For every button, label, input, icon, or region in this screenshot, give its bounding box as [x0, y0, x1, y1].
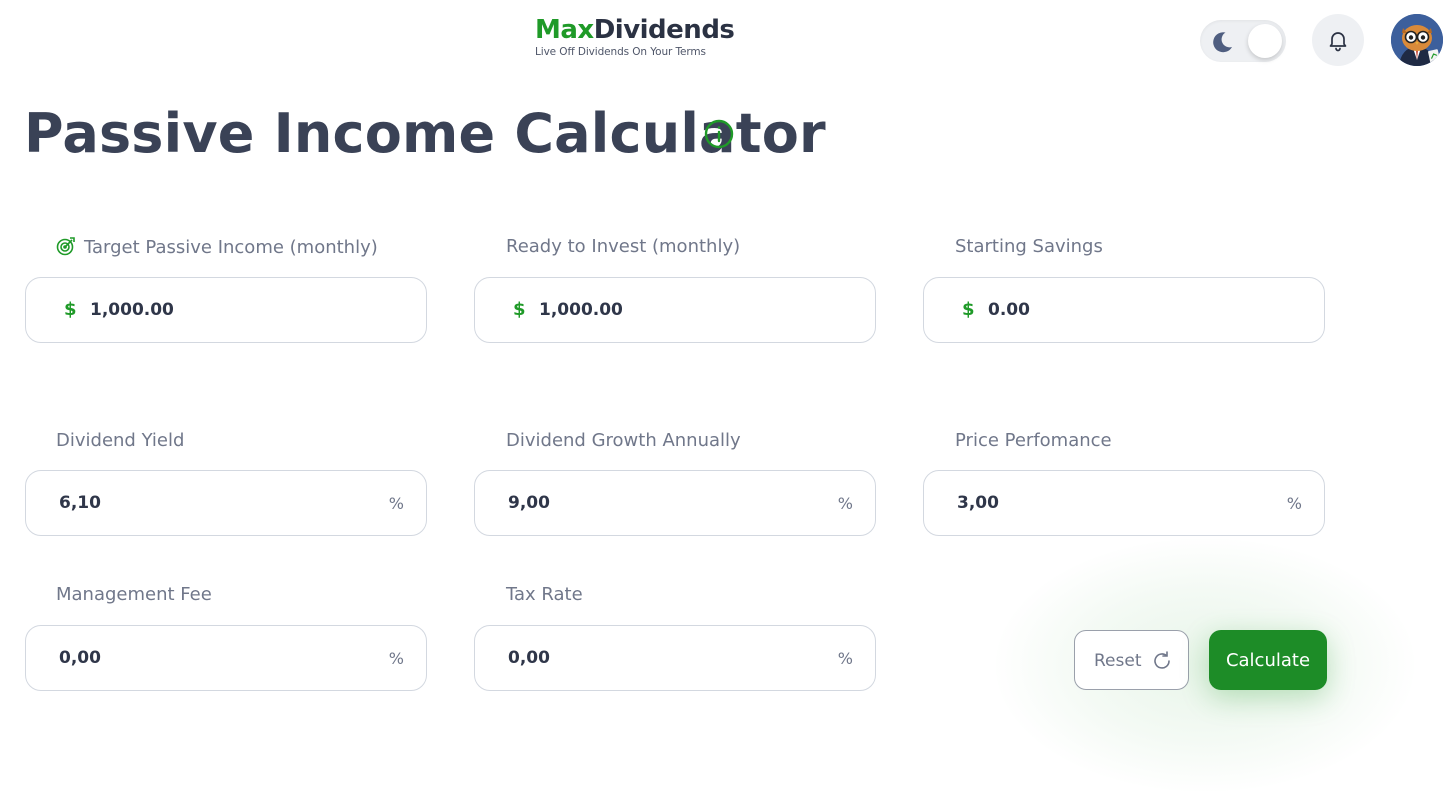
dividend-growth-label: Dividend Growth Annually: [506, 430, 741, 451]
logo-tagline: Live Off Dividends On Your Terms: [535, 46, 706, 58]
refresh-icon: [1154, 651, 1170, 669]
management-fee-value: 0,00: [59, 648, 101, 668]
tax-rate-value: 0,00: [508, 648, 550, 668]
ready-to-invest-input[interactable]: $ 1,000.00: [474, 277, 876, 343]
logo-wordmark: MaxDividends: [535, 14, 735, 46]
price-performance-value: 3,00: [957, 493, 999, 513]
dividend-yield-input[interactable]: 6,10 %: [25, 470, 427, 536]
target-icon: [56, 237, 75, 256]
starting-savings-label: Starting Savings: [955, 236, 1103, 257]
target-income-input[interactable]: $ 1,000.00: [25, 277, 427, 343]
management-fee-input[interactable]: 0,00 %: [25, 625, 427, 691]
percent-unit: %: [388, 494, 404, 513]
logo-dividends-text: Dividends: [593, 15, 735, 45]
percent-unit: %: [837, 494, 853, 513]
price-performance-input[interactable]: 3,00 %: [923, 470, 1325, 536]
dividend-yield-label: Dividend Yield: [56, 430, 185, 451]
management-fee-label: Management Fee: [56, 584, 212, 605]
target-income-label: Target Passive Income (monthly): [56, 236, 378, 259]
logo-max-text: Max: [535, 15, 594, 45]
moon-icon: [1213, 32, 1232, 53]
dividend-growth-value: 9,00: [508, 493, 550, 513]
currency-symbol: $: [513, 299, 526, 320]
starting-savings-value: 0.00: [988, 300, 1030, 320]
tax-rate-input[interactable]: 0,00 %: [474, 625, 876, 691]
logo[interactable]: MaxDividends Live Off Dividends On Your …: [535, 14, 735, 58]
currency-symbol: $: [64, 299, 77, 320]
percent-unit: %: [1286, 494, 1302, 513]
starting-savings-input[interactable]: $ 0.00: [923, 277, 1325, 343]
percent-unit: %: [388, 649, 404, 668]
dividend-growth-input[interactable]: 9,00 %: [474, 470, 876, 536]
owl-avatar-icon: [1391, 14, 1443, 66]
calculate-button-label: Calculate: [1225, 649, 1311, 671]
button-glow: [990, 535, 1420, 795]
currency-symbol: $: [962, 299, 975, 320]
reset-button-label: Reset: [1094, 651, 1142, 671]
theme-toggle[interactable]: [1200, 20, 1286, 62]
ready-to-invest-value: 1,000.00: [539, 300, 623, 320]
dividend-yield-value: 6,10: [59, 493, 101, 513]
percent-unit: %: [837, 649, 853, 668]
bell-icon: [1329, 32, 1347, 52]
ready-to-invest-label: Ready to Invest (monthly): [506, 236, 741, 257]
calculate-button[interactable]: Calculate: [1209, 630, 1327, 690]
tax-rate-label: Tax Rate: [506, 584, 583, 605]
info-icon[interactable]: [703, 118, 735, 150]
target-income-value: 1,000.00: [90, 300, 174, 320]
notifications-button[interactable]: [1312, 14, 1364, 66]
toggle-knob: [1248, 24, 1282, 58]
price-performance-label: Price Perfomance: [955, 430, 1112, 451]
avatar[interactable]: [1391, 14, 1443, 66]
reset-button[interactable]: Reset: [1074, 630, 1189, 690]
target-income-label-text: Target Passive Income (monthly): [84, 237, 378, 258]
